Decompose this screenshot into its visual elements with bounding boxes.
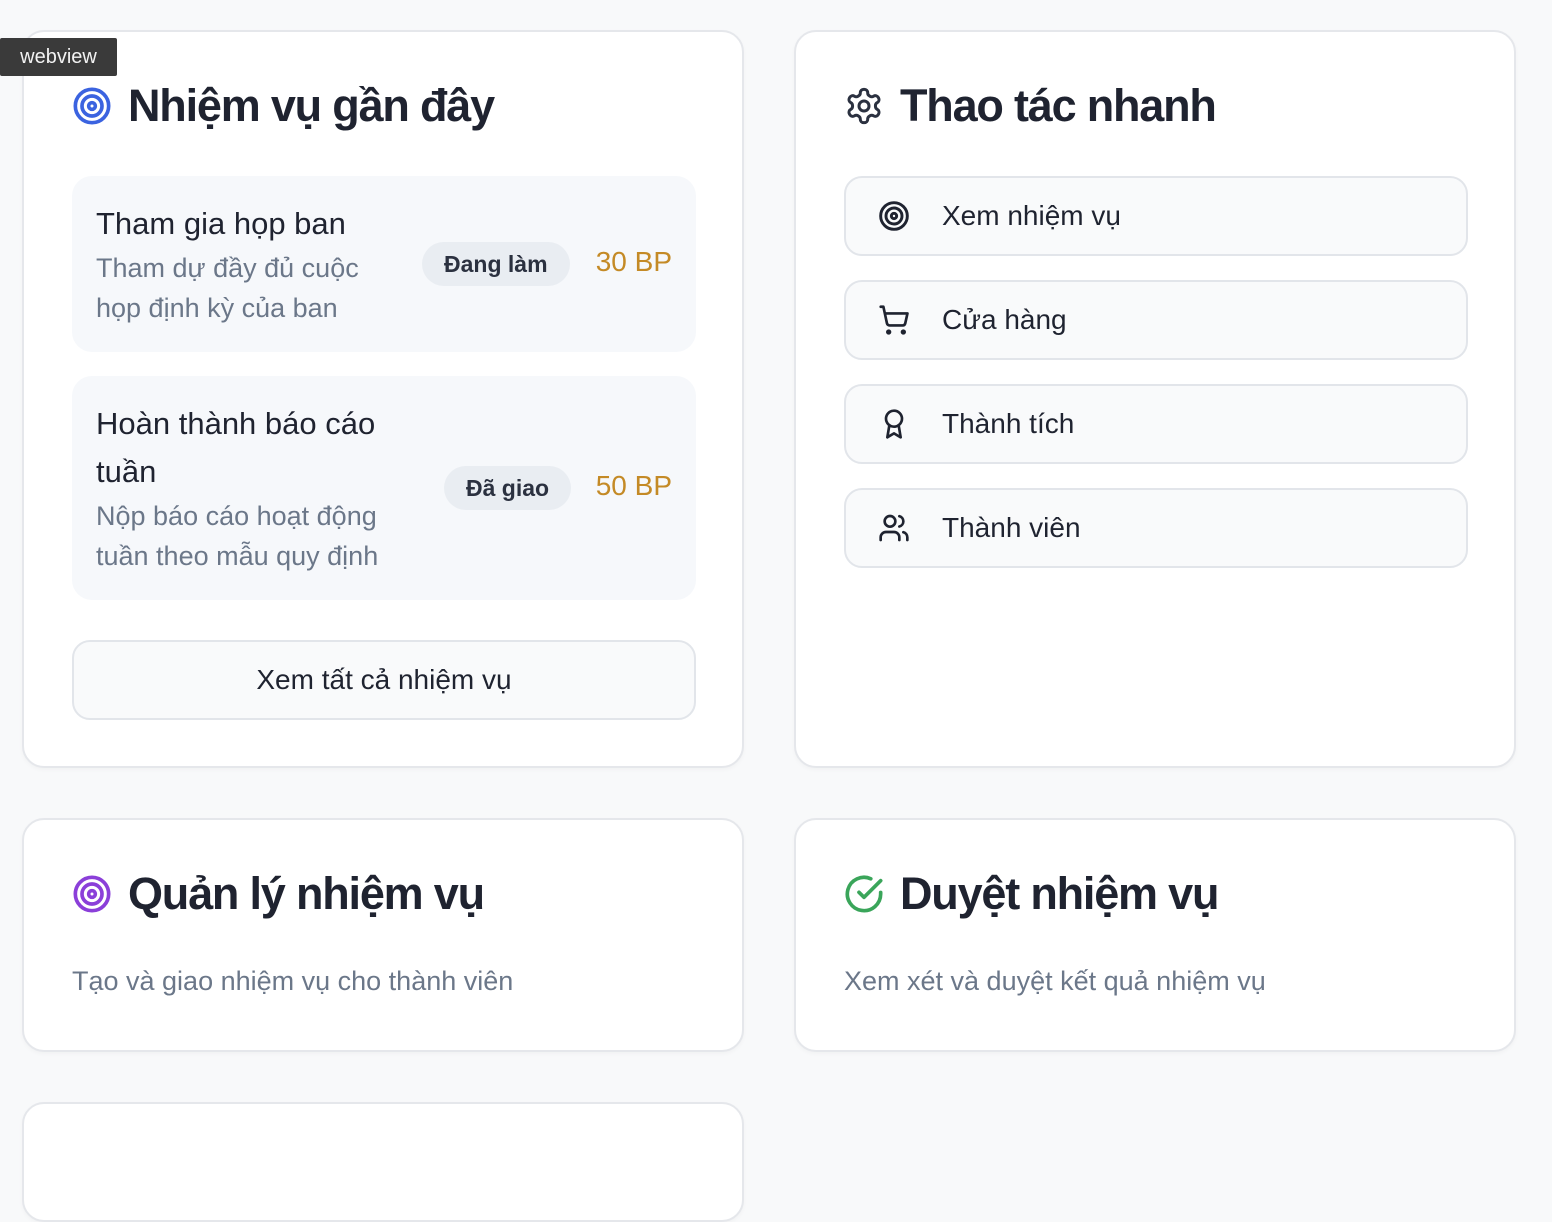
quick-action-label: Thành tích <box>942 408 1075 439</box>
gear-icon <box>844 86 884 126</box>
review-tasks-title: Duyệt nhiệm vụ <box>844 868 1219 920</box>
manage-tasks-title: Quản lý nhiệm vụ <box>72 868 485 920</box>
recent-tasks-title: Nhiệm vụ gần đây <box>72 80 495 132</box>
points-label: 50 BP <box>595 470 672 501</box>
status-badge: Đã giao <box>444 466 572 510</box>
users-icon <box>878 512 910 544</box>
task-desc-line2: tuần theo mẫu quy định <box>96 541 379 571</box>
check-circle-icon <box>844 874 884 914</box>
task-desc-line2: họp định kỳ của ban <box>96 293 338 323</box>
target-icon <box>72 86 112 126</box>
manage-tasks-card[interactable]: Quản lý nhiệm vụ Tạo và giao nhiệm vụ ch… <box>22 818 744 1052</box>
review-tasks-title-text: Duyệt nhiệm vụ <box>900 868 1219 919</box>
manage-tasks-title-text: Quản lý nhiệm vụ <box>128 868 485 919</box>
review-tasks-desc: Xem xét và duyệt kết quả nhiệm vụ <box>844 966 1266 996</box>
recent-tasks-card: Nhiệm vụ gần đây Tham gia họp ban Tham d… <box>22 30 744 768</box>
quick-actions-title-text: Thao tác nhanh <box>900 80 1217 131</box>
points-label: 30 BP <box>595 246 672 277</box>
quick-action-store[interactable]: Cửa hàng <box>844 280 1468 360</box>
target-icon <box>878 200 910 232</box>
manage-tasks-desc: Tạo và giao nhiệm vụ cho thành viên <box>72 966 514 996</box>
quick-action-label: Xem nhiệm vụ <box>942 200 1121 231</box>
webview-tag: webview <box>0 38 117 76</box>
cart-icon <box>878 304 910 336</box>
task-name-line1: Hoàn thành báo cáo <box>96 406 376 441</box>
quick-actions-card: Thao tác nhanh Xem nhiệm vụ Cửa hàng Thà… <box>794 30 1516 768</box>
review-tasks-card[interactable]: Duyệt nhiệm vụ Xem xét và duyệt kết quả … <box>794 818 1516 1052</box>
task-name: Tham gia họp ban <box>96 206 346 241</box>
quick-action-view-tasks[interactable]: Xem nhiệm vụ <box>844 176 1468 256</box>
quick-action-label: Thành viên <box>942 512 1081 543</box>
status-badge: Đang làm <box>422 242 570 286</box>
task-desc-line1: Tham dự đầy đủ cuộc <box>96 253 359 283</box>
quick-action-label: Cửa hàng <box>942 304 1067 335</box>
partial-card <box>22 1102 744 1222</box>
quick-action-members[interactable]: Thành viên <box>844 488 1468 568</box>
target-icon <box>72 874 112 914</box>
task-item[interactable]: Tham gia họp ban Tham dự đầy đủ cuộc họp… <box>72 176 696 352</box>
quick-action-achievements[interactable]: Thành tích <box>844 384 1468 464</box>
award-icon <box>878 408 910 440</box>
task-name-line2: tuần <box>96 454 157 489</box>
task-item[interactable]: Hoàn thành báo cáo tuần Nộp báo cáo hoạt… <box>72 376 696 600</box>
task-desc-line1: Nộp báo cáo hoạt động <box>96 501 377 531</box>
view-all-tasks-button[interactable]: Xem tất cả nhiệm vụ <box>72 640 696 720</box>
recent-tasks-title-text: Nhiệm vụ gần đây <box>128 80 495 131</box>
quick-actions-title: Thao tác nhanh <box>844 80 1217 132</box>
